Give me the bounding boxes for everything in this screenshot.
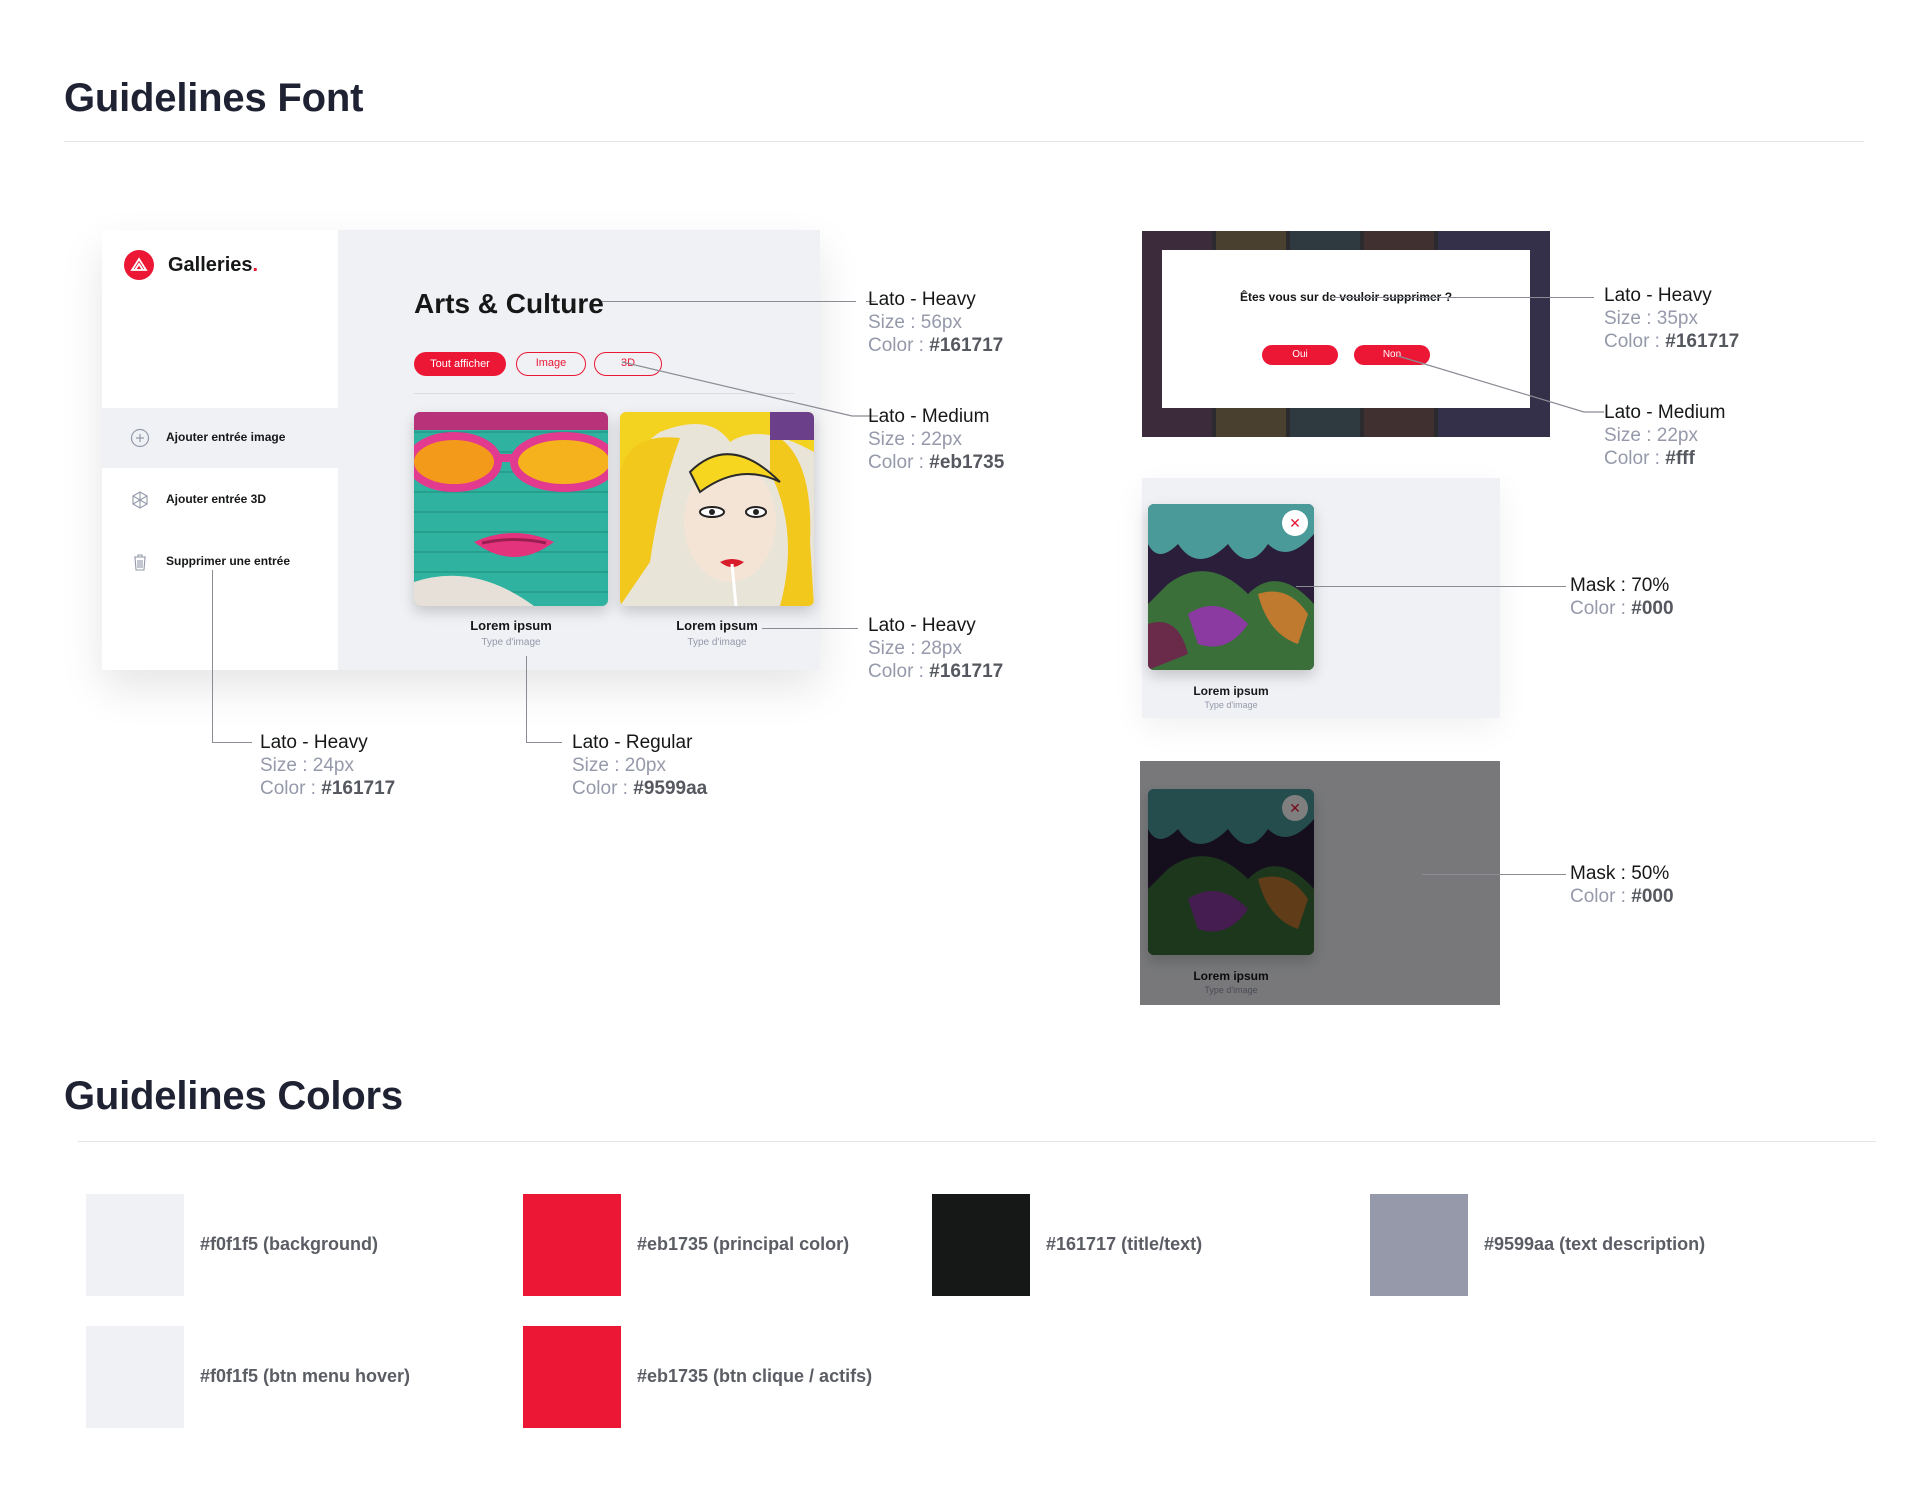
annotation-filter: Lato - Medium Size : 22px Color : #eb173… [868, 406, 1005, 473]
mask-overlay-panel: ✕ Lorem ipsum Type d'image [1140, 761, 1500, 1005]
leader-line [1422, 874, 1566, 875]
color-swatch [523, 1194, 621, 1296]
card-title: Lorem ipsum [1193, 684, 1269, 698]
close-icon[interactable]: ✕ [1282, 510, 1308, 536]
menu-delete[interactable]: Supprimer une entrée [102, 532, 338, 592]
annotation-dialog-button: Lato - Medium Size : 22px Color : #fff [1604, 402, 1726, 469]
annotation-mask50: Mask : 50% Color : #000 [1570, 863, 1674, 907]
cube-icon [130, 490, 150, 510]
leader-line [526, 742, 562, 743]
color-label: #9599aa (text description) [1484, 1234, 1706, 1254]
card-image[interactable] [414, 412, 608, 606]
color-swatch [86, 1194, 184, 1296]
gallery-mockup: Galleries. Ajouter entrée image Ajouter … [102, 230, 820, 670]
sidebar: Galleries. Ajouter entrée image Ajouter … [102, 230, 338, 670]
card-subtitle: Type d'image [1204, 700, 1258, 710]
leader-line [526, 656, 527, 742]
divider [78, 1141, 1876, 1142]
annotation-card-title: Lato - Heavy Size : 28px Color : #161717 [868, 615, 1004, 682]
mask-card-panel: ✕ Lorem ipsum Type d'image [1142, 478, 1500, 718]
color-label: #eb1735 (btn clique / actifs) [637, 1366, 873, 1386]
plus-circle-icon [130, 428, 150, 448]
annotation-title: Lato - Heavy Size : 56px Color : #161717 [868, 289, 1004, 356]
card-title: Lorem ipsum [470, 618, 552, 633]
mask-overlay [1140, 761, 1500, 1005]
annotation-dialog-question: Lato - Heavy Size : 35px Color : #161717 [1604, 285, 1740, 352]
filter-all-button[interactable]: Tout afficher [414, 352, 506, 376]
menu-add-image[interactable]: Ajouter entrée image [102, 408, 338, 468]
font-guidelines-title: Guidelines Font [64, 76, 364, 120]
annotation-menu: Lato - Heavy Size : 24px Color : #161717 [260, 732, 396, 799]
leader-line [1397, 355, 1604, 413]
annotation-mask70: Mask : 70% Color : #000 [1570, 575, 1674, 619]
leader-line [212, 570, 213, 742]
color-label: #eb1735 (principal color) [637, 1234, 850, 1254]
menu-label: Ajouter entrée 3D [166, 492, 267, 506]
menu-label: Ajouter entrée image [166, 430, 286, 444]
color-label: #f0f1f5 (background) [200, 1234, 379, 1254]
trash-icon [130, 552, 150, 572]
leader-line [762, 628, 858, 629]
brand-name: Galleries. [168, 254, 259, 276]
colors-guidelines-title: Guidelines Colors [64, 1074, 403, 1118]
color-label: #f0f1f5 (btn menu hover) [200, 1366, 411, 1386]
leader-line [1296, 586, 1566, 587]
divider [64, 141, 1864, 142]
color-swatch [86, 1326, 184, 1428]
card-title: Lorem ipsum [676, 618, 758, 633]
dialog-yes-button[interactable]: Oui [1262, 345, 1338, 365]
color-swatch [1370, 1194, 1468, 1296]
card-image[interactable]: ✕ [1148, 504, 1314, 670]
menu-label: Supprimer une entrée [166, 554, 291, 568]
card-subtitle: Type d'image [481, 637, 541, 648]
color-swatch [523, 1326, 621, 1428]
card-image[interactable] [620, 412, 814, 606]
leader-line [1330, 297, 1594, 298]
logo-icon [124, 250, 154, 280]
color-label: #161717 (title/text) [1046, 1234, 1203, 1254]
leader-line [602, 301, 856, 302]
color-swatch [932, 1194, 1030, 1296]
page-title: Arts & Culture [414, 288, 604, 319]
leader-line [212, 742, 252, 743]
annotation-card-subtitle: Lato - Regular Size : 20px Color : #9599… [572, 732, 708, 799]
card-subtitle: Type d'image [687, 637, 747, 648]
leader-line [621, 361, 878, 417]
menu-add-3d[interactable]: Ajouter entrée 3D [102, 470, 338, 530]
filter-image-button[interactable]: Image [516, 352, 586, 376]
